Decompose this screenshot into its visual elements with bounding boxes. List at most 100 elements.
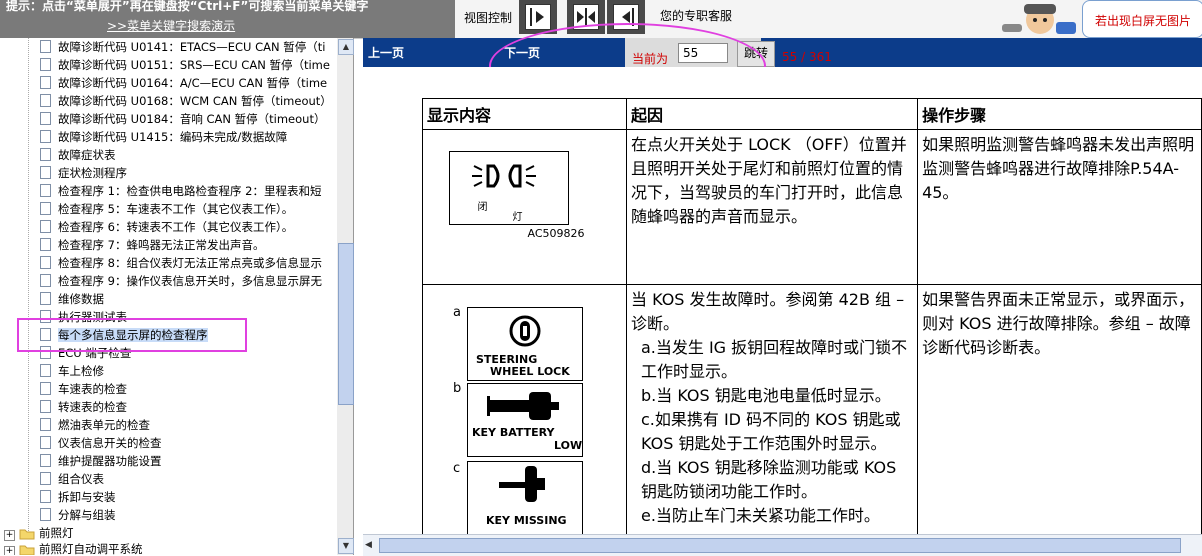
view-control-label: 视图控制 [464, 11, 513, 25]
tree-item[interactable]: 检查程序 1：检查供电电路检查程序 2：里程表和短 [40, 182, 321, 200]
document-icon [40, 130, 51, 143]
document-icon [40, 112, 51, 125]
scroll-down-icon[interactable]: ▼ [338, 538, 354, 554]
tree-item[interactable]: 分解与组装 [40, 506, 116, 524]
diagnostic-table: 显示内容 起因 操作步骤 闭 灯 AC509826 在点火开关处于 LOCK （… [422, 98, 1202, 534]
document-icon [40, 256, 51, 269]
document-icon [40, 238, 51, 251]
sign-text: KEY MISSING [486, 514, 567, 527]
cause-item: e.当防止车门未关紧功能工作时。 [640, 506, 880, 525]
folder-icon [19, 529, 35, 539]
cause-cell: 在点火开关处于 LOCK （OFF）位置并且照明开关处于尾灯和前照灯位置的情况下… [625, 129, 919, 285]
highlight-annotation-box [17, 318, 247, 352]
table-row: 闭 灯 AC509826 在点火开关处于 LOCK （OFF）位置并且照明开关处… [422, 129, 1202, 285]
content-horizontal-scrollbar[interactable]: ◀ [363, 534, 1202, 556]
key-battery-sign: KEY BATTERY LOW [467, 383, 583, 457]
service-label: 您的专职客服 [660, 9, 733, 23]
document-icon [40, 94, 51, 107]
key-missing-icon [499, 466, 545, 502]
tree-item[interactable]: 检查程序 6：转速表不工作（其它仪表工作）。 [40, 218, 293, 236]
prev-page-button[interactable]: 上一页 [368, 44, 404, 61]
scroll-up-icon[interactable]: ▲ [338, 39, 354, 55]
figure-label: 闭 [477, 202, 488, 213]
left-panel-toggle-icon [530, 8, 544, 26]
display-cell: 闭 灯 AC509826 [422, 129, 627, 285]
scroll-thumb[interactable] [338, 243, 354, 405]
tree-item[interactable]: 故障诊断代码 U0164：A/C—ECU CAN 暂停（time [40, 74, 327, 92]
document-icon [40, 418, 51, 431]
document-icon [40, 58, 51, 71]
document-icon [40, 508, 51, 521]
mascot-icon [1002, 4, 1076, 34]
headlight-icon [472, 164, 537, 188]
document-icon [40, 364, 51, 377]
tree-item[interactable]: 故障诊断代码 U0184：音响 CAN 暂停（timeout） [40, 110, 325, 128]
tree-item[interactable]: 故障诊断代码 U1415：编码未完成/数据故障 [40, 128, 287, 146]
tree-view: 故障诊断代码 U0141：ETACS—ECU CAN 暂停（ti 故障诊断代码 … [0, 38, 337, 555]
search-demo-link[interactable]: >>菜单关键字搜索演示 [107, 17, 235, 34]
sign-letter: a [453, 305, 461, 320]
tree-item[interactable]: 检查程序 8：组合仪表灯无法正常点亮或多信息显示 [40, 254, 322, 272]
document-icon [40, 382, 51, 395]
tree-item[interactable]: 维护提醒器功能设置 [40, 452, 162, 470]
document-icon [40, 274, 51, 287]
document-icon [40, 292, 51, 305]
expand-icon[interactable]: + [4, 546, 15, 555]
document-icon [40, 166, 51, 179]
scroll-left-icon[interactable]: ◀ [365, 538, 377, 552]
tree-item[interactable]: 故障诊断代码 U0141：ETACS—ECU CAN 暂停（ti [40, 38, 325, 56]
tree-item[interactable]: 拆卸与安装 [40, 488, 116, 506]
cause-item: c.如果携有 ID 码不同的 KOS 钥匙或 KOS 钥匙处于工作范围外时显示。 [640, 410, 901, 453]
cause-item: a.当发生 IG 扳钥回程故障时或门锁不工作时显示。 [640, 338, 908, 381]
document-icon [40, 436, 51, 449]
action-cell: 如果警告界面未正常显示，或界面示，则对 KOS 进行故障排除。参组 – 故障诊断… [917, 284, 1202, 534]
tree-item[interactable]: 故障症状表 [40, 146, 116, 164]
tree-item[interactable]: 车上检修 [40, 362, 104, 380]
tree-item[interactable]: 症状检测程序 [40, 164, 127, 182]
document-icon [40, 400, 51, 413]
tree-item[interactable]: 检查程序 9：操作仪表信息开关时，多信息显示屏无 [40, 272, 322, 290]
tree-item[interactable]: 维修数据 [40, 290, 104, 308]
sign-letter: b [453, 381, 462, 396]
cause-cell: 当 KOS 发生故障时。参阅第 42B 组 – 诊断。 a.当发生 IG 扳钥回… [625, 284, 919, 534]
sign-letter: c [453, 461, 461, 476]
header-action: 操作步骤 [917, 98, 1202, 130]
tree-item[interactable]: 故障诊断代码 U0168：WCM CAN 暂停（timeout） [40, 92, 332, 110]
header-display: 显示内容 [422, 98, 627, 130]
tree-item[interactable]: 车速表的检查 [40, 380, 127, 398]
document-icon [40, 184, 51, 197]
white-screen-notice[interactable]: 若出现白屏无图片 [1082, 0, 1202, 38]
document-icon [40, 454, 51, 467]
scroll-thumb[interactable] [379, 538, 1181, 553]
tree-item[interactable]: 检查程序 5：车速表不工作（其它仪表工作）。 [40, 200, 293, 218]
cause-item: d.当 KOS 钥匙移除监测功能或 KOS 钥匙防锁闭功能工作时。 [640, 458, 897, 501]
left-panel-toggle-button[interactable] [519, 0, 557, 34]
headlight-display-frame: 闭 灯 [449, 151, 570, 225]
tree-item[interactable]: 转速表的检查 [40, 398, 127, 416]
key-missing-sign: KEY MISSING [467, 461, 583, 534]
tree-item[interactable]: 故障诊断代码 U0151：SRS—ECU CAN 暂停（time [40, 56, 330, 74]
page-count: 55 / 361 [782, 50, 832, 64]
tree-item[interactable]: 燃油表单元的检查 [40, 416, 150, 434]
document-icon [40, 472, 51, 485]
document-icon [40, 202, 51, 215]
cause-item: b.当 KOS 钥匙电池电量低时显示。 [640, 386, 891, 405]
table-row: a b c d STEERING WHEEL LOCK KEY BATTERY … [422, 284, 1202, 534]
sidebar-scrollbar[interactable]: ▲ ▼ [337, 38, 354, 555]
figure-label: 灯 [512, 212, 523, 223]
tree-item[interactable]: 仪表信息开关的检查 [40, 434, 162, 452]
cause-intro: 当 KOS 发生故障时。参阅第 42B 组 – 诊断。 [630, 290, 905, 333]
document-viewer: 显示内容 起因 操作步骤 闭 灯 AC509826 在点火开关处于 LOCK （… [363, 67, 1202, 534]
figure-code: AC509826 [527, 227, 585, 240]
action-cell: 如果照明监测警告蜂鸣器未发出声照明监测警告蜂鸣器进行故障排除P.54A-45。 [917, 129, 1202, 285]
tree-folder[interactable]: + 前照灯自动调平系统 [4, 540, 143, 555]
tree-item[interactable]: 组合仪表 [40, 470, 104, 488]
header-cause: 起因 [625, 98, 919, 130]
hint-panel: 提示：点击“菜单展开”再在键盘按“Ctrl+F”可搜索当前菜单关键字 >>菜单关… [0, 0, 455, 38]
key-battery-icon [487, 392, 559, 420]
sign-text: WHEEL LOCK [490, 365, 570, 378]
tree-item[interactable]: 检查程序 7：蜂鸣器无法正常发出声音。 [40, 236, 264, 254]
document-icon [40, 148, 51, 161]
document-icon [40, 76, 51, 89]
document-icon [40, 220, 51, 233]
